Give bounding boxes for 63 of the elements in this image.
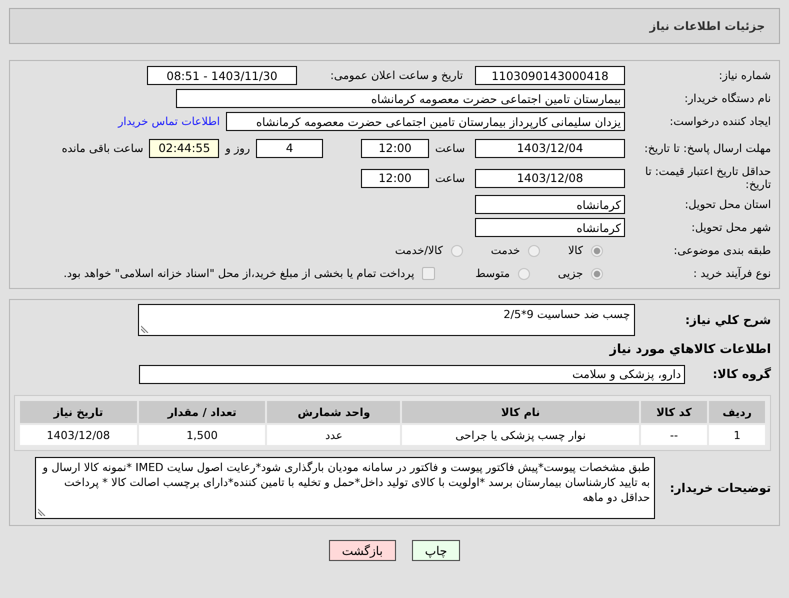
field-label: تاریخ و ساعت اعلان عمومی: <box>329 69 463 82</box>
column-header: نام کالا <box>402 401 639 423</box>
buyer-field: بیمارستان تامین اجتماعی حضرت معصومه کرمانشاه <box>176 89 625 108</box>
field-label: ساعت باقی مانده <box>62 142 144 154</box>
field-label: توضیحات خریدار: <box>668 482 771 494</box>
field-label: شماره نیاز: <box>718 69 771 82</box>
section-heading: اطلاعات کالاهاي مورد نياز <box>610 341 771 356</box>
deadline-time-field: 12:00 <box>361 138 430 158</box>
resize-grip-icon <box>141 325 149 333</box>
radio-label: کالا <box>568 244 583 257</box>
requester-field: یزدان سلیمانی کارپرداز بیمارستان تامین اجتماعی حضرت معصومه کرمانشاه <box>226 112 625 131</box>
radio-button[interactable] <box>591 244 603 256</box>
field-label: ساعت <box>435 142 465 154</box>
field-label: نام دستگاه خریدار: <box>683 92 771 105</box>
column-header: تاریخ نیاز <box>20 401 137 423</box>
field-label: ایجاد کننده درخواست: <box>668 115 771 128</box>
city-field: کرمانشاه <box>475 218 625 237</box>
field-label: گروه کالا: <box>712 368 771 380</box>
days-field: 4 <box>256 138 324 158</box>
table-cell: 1,500 <box>138 425 266 445</box>
validity-date-field: 1403/12/08 <box>475 168 625 188</box>
table-cell: -- <box>640 425 708 445</box>
buyer-contact-link[interactable]: اطلاعات تماس خریدار <box>118 115 220 128</box>
description-text: چسب ضد حساسیت 9*2/5 <box>503 308 630 321</box>
resize-grip-icon <box>38 508 46 516</box>
column-header: ردیف <box>709 401 765 423</box>
need-number-field: 1103090143000418 <box>475 66 625 85</box>
radio-button[interactable] <box>518 268 530 280</box>
print-button[interactable]: چاپ <box>412 540 460 561</box>
radio-button[interactable] <box>528 244 540 256</box>
table-cell: 1 <box>709 425 765 445</box>
table-cell: نوار چسب پزشکی یا جراحی <box>402 425 639 445</box>
field-label: شهر محل تحویل: <box>690 221 771 234</box>
checkbox[interactable] <box>422 267 436 280</box>
radio-label: جزیی <box>558 267 583 280</box>
validity-time-field: 12:00 <box>361 168 430 188</box>
page-title: جزئیات اطلاعات نیاز <box>649 19 765 33</box>
table-cell: عدد <box>267 425 400 445</box>
goods-group-field: دارو، پزشکی و سلامت <box>139 364 685 384</box>
announce-date-field: 1403/11/30 - 08:51 <box>147 66 297 85</box>
field-label: نوع فرآیند خرید : <box>692 267 771 280</box>
buyer-notes-text: طبق مشخصات پیوست*پیش فاکتور پیوست و فاکتور در سامانه مودیان بارگذاری شود*رعایت اصول سایت IMED *نمونه کالا ارسال و به تایید کارشناسان بیمارستان برسد *اولویت با کالای تولید داخل*حمل و تخلیه با تامین کننده*دارای برچسب اصالت کالا * پرداخت حداقل دو ماهه <box>42 461 650 504</box>
field-label: روز و <box>225 142 250 154</box>
radio-label: کالا/خدمت <box>395 244 443 257</box>
field-label: ساعت <box>435 172 465 184</box>
field-label: حداقل تاریخ اعتبار قیمت: تا تاریخ: <box>644 165 771 191</box>
province-field: کرمانشاه <box>475 195 625 214</box>
back-button[interactable]: بازگشت <box>328 540 396 561</box>
column-header: کد کالا <box>640 401 708 423</box>
radio-button[interactable] <box>450 244 463 256</box>
radio-label: خدمت <box>490 244 520 257</box>
remaining-time-field: 02:44:55 <box>149 138 220 158</box>
field-label: استان محل تحویل: <box>684 198 771 211</box>
field-label: شرح کلي نياز: <box>684 314 771 326</box>
field-label: طبقه بندی موضوعی: <box>672 244 771 257</box>
column-header: تعداد / مقدار <box>138 401 266 423</box>
radio-button[interactable] <box>591 268 603 280</box>
radio-label: متوسط <box>475 267 510 280</box>
column-header: واحد شمارش <box>267 401 400 423</box>
field-label: مهلت ارسال پاسخ: تا تاریخ: <box>643 142 771 154</box>
table-cell: 1403/12/08 <box>20 425 137 445</box>
checkbox-label: پرداخت تمام یا بخشی از مبلغ خرید،از محل "اسناد خزانه اسلامی" خواهد بود. <box>64 267 414 280</box>
deadline-date-field: 1403/12/04 <box>475 138 625 158</box>
